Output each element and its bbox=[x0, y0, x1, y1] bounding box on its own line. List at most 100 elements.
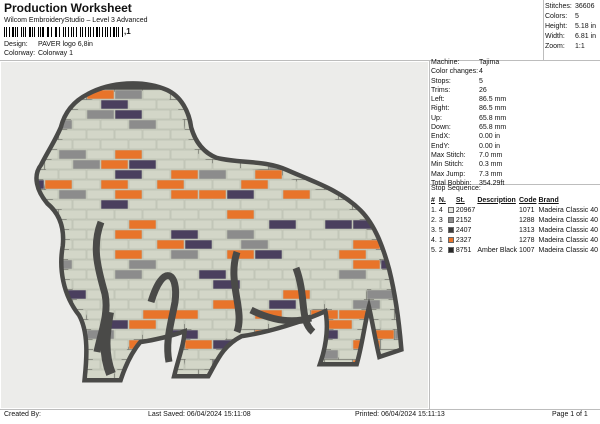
brick bbox=[72, 139, 101, 150]
brick bbox=[114, 89, 143, 100]
brick bbox=[198, 129, 227, 140]
brick bbox=[380, 99, 400, 110]
brick bbox=[58, 169, 87, 180]
stop-description: Amber Black bbox=[477, 246, 517, 254]
gorilla-embroidery-design bbox=[34, 81, 428, 389]
brick bbox=[86, 129, 115, 140]
col-st: St. bbox=[455, 196, 465, 204]
stop-description bbox=[477, 225, 519, 235]
barcode-bar bbox=[25, 27, 27, 37]
brick bbox=[58, 349, 87, 360]
brick bbox=[44, 239, 73, 250]
brick bbox=[353, 380, 380, 389]
brick bbox=[226, 149, 255, 160]
worksheet-title: Production Worksheet bbox=[4, 1, 132, 15]
brick bbox=[38, 309, 59, 320]
brick bbox=[128, 159, 157, 170]
info-label: Down: bbox=[431, 124, 451, 132]
info-row: Left: 86.5 mm bbox=[431, 95, 599, 104]
brick bbox=[366, 189, 395, 200]
brick bbox=[310, 109, 339, 120]
brick bbox=[240, 259, 269, 270]
info-value: 7.3 mm bbox=[479, 170, 503, 178]
brick bbox=[338, 229, 367, 240]
brick bbox=[170, 189, 199, 200]
brick bbox=[114, 169, 143, 180]
brick bbox=[394, 149, 400, 160]
info-row: Right: 86.5 mm bbox=[431, 104, 599, 113]
barcode-bar bbox=[42, 27, 44, 37]
brick bbox=[409, 140, 428, 149]
brick bbox=[352, 239, 381, 250]
stop-row: 2. 3 2152 1288 Madeira Classic 40 bbox=[431, 215, 600, 225]
brick bbox=[86, 169, 115, 180]
stats-panel: Stitches: 36606 Colors: 5 Height: 5.18 in W… bbox=[545, 2, 600, 52]
brick bbox=[352, 279, 381, 290]
brick bbox=[114, 189, 143, 200]
brick bbox=[380, 339, 400, 350]
brick bbox=[338, 249, 367, 260]
brick bbox=[380, 319, 400, 330]
brick bbox=[380, 359, 400, 370]
brick bbox=[380, 179, 400, 190]
brick bbox=[86, 149, 115, 160]
brick bbox=[114, 229, 143, 240]
brick bbox=[352, 179, 381, 190]
design-preview[interactable] bbox=[1, 62, 428, 408]
brick bbox=[100, 199, 129, 210]
info-label: Max Stitch: bbox=[431, 151, 466, 159]
stat-label: Height: bbox=[545, 23, 568, 30]
brick bbox=[156, 179, 185, 190]
brick bbox=[38, 139, 45, 150]
brick bbox=[198, 169, 227, 180]
brick bbox=[310, 169, 339, 180]
brick bbox=[409, 280, 428, 289]
brick bbox=[142, 209, 171, 220]
brick bbox=[380, 239, 400, 250]
barcode-bar bbox=[37, 27, 39, 37]
brick bbox=[409, 160, 428, 169]
brick bbox=[226, 109, 255, 120]
brick bbox=[156, 219, 185, 230]
info-value: 4 bbox=[479, 68, 483, 76]
brick bbox=[184, 99, 213, 110]
brick bbox=[254, 109, 283, 120]
brick bbox=[72, 299, 101, 310]
barcode-bar bbox=[59, 27, 60, 37]
brick bbox=[100, 239, 129, 250]
stop-brand: Madeira Classic 40 bbox=[538, 206, 599, 214]
brick bbox=[226, 229, 255, 240]
brick bbox=[170, 349, 199, 360]
info-value: 65.8 mm bbox=[479, 124, 507, 132]
brick bbox=[394, 89, 400, 100]
brick bbox=[226, 209, 255, 220]
brick bbox=[212, 139, 241, 150]
brick bbox=[310, 129, 339, 140]
info-label: Machine: bbox=[431, 59, 460, 66]
brick bbox=[254, 129, 283, 140]
barcode-bar bbox=[34, 27, 35, 37]
barcode-bar bbox=[65, 27, 66, 37]
brick bbox=[240, 339, 269, 350]
brick bbox=[352, 139, 381, 150]
barcode-bar bbox=[115, 27, 117, 37]
brick bbox=[128, 259, 157, 270]
brick bbox=[44, 359, 73, 370]
stop-stitches: 2327 bbox=[455, 236, 472, 244]
brick bbox=[58, 369, 87, 378]
brick bbox=[240, 139, 269, 150]
stop-brand: Madeira Classic 40 bbox=[538, 226, 599, 234]
brick bbox=[72, 319, 101, 330]
barcode-bar bbox=[56, 27, 58, 37]
brick bbox=[38, 109, 59, 120]
stop-needle: 3 bbox=[438, 216, 443, 224]
barcode-bar bbox=[71, 27, 73, 37]
colorway-label: Colorway: bbox=[4, 50, 36, 57]
brick bbox=[240, 319, 269, 330]
color-swatch bbox=[447, 225, 456, 235]
brick bbox=[184, 339, 213, 350]
stop-table-header: # N. St. Description Code Brand bbox=[431, 195, 600, 205]
brick bbox=[226, 249, 255, 260]
brick bbox=[72, 199, 101, 210]
color-swatch bbox=[447, 235, 456, 245]
